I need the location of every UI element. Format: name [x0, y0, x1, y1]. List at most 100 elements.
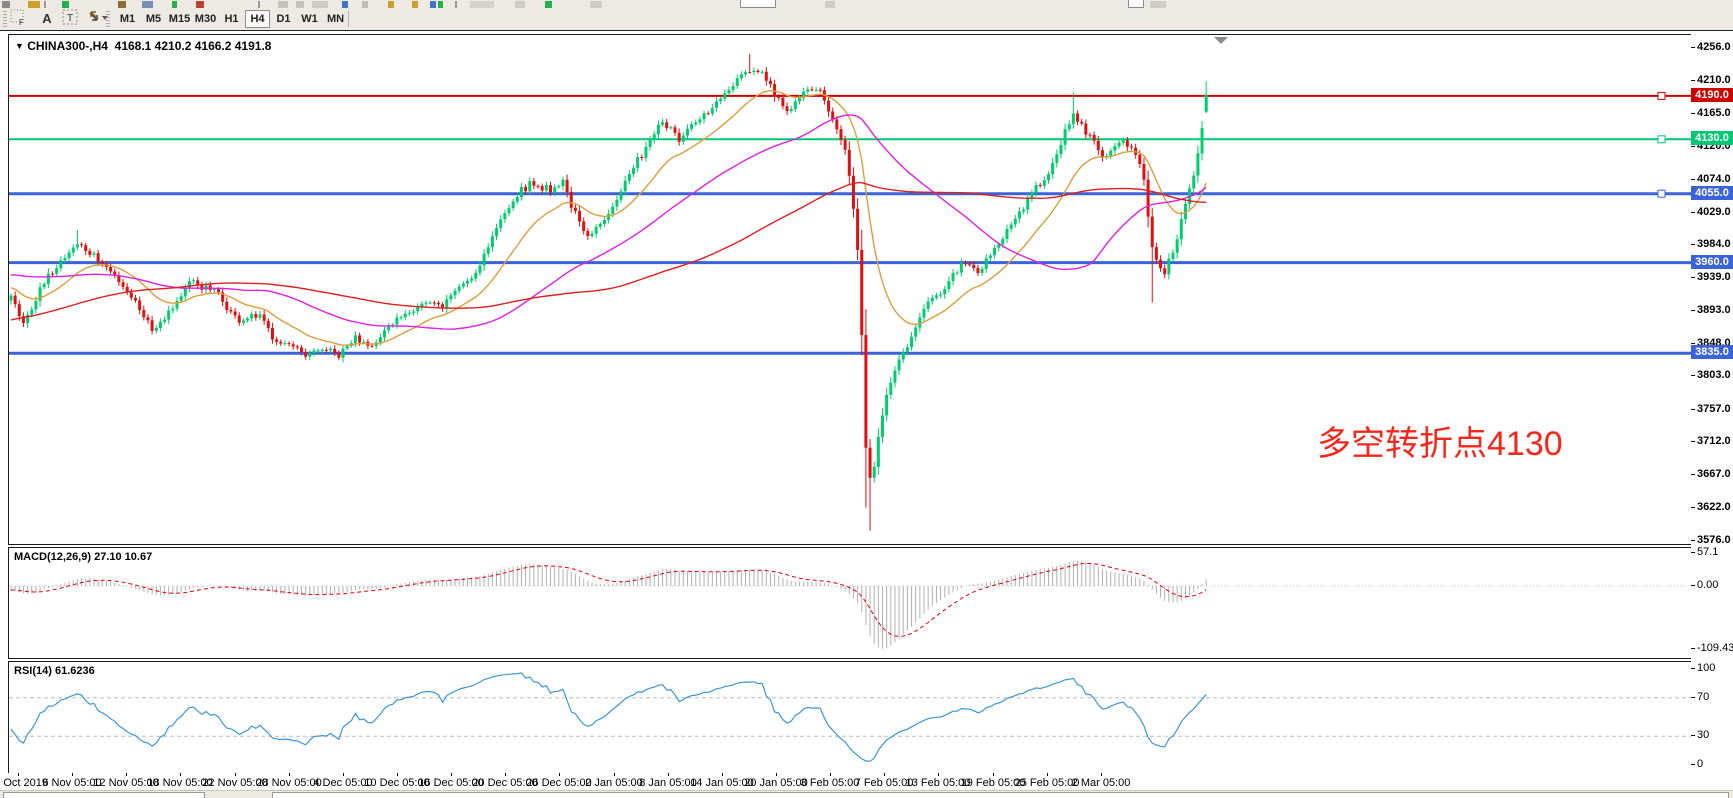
- bear-candle-bodies: [14, 71, 1167, 478]
- time-tick: [180, 773, 181, 776]
- clipped-toolbar-icon: [455, 1, 457, 8]
- time-label: 2 Mar 05:00: [1072, 777, 1131, 789]
- toolbar-drag-handle[interactable]: [3, 11, 7, 27]
- time-label: 28 Nov 05:00: [256, 777, 321, 789]
- time-tick: [1101, 773, 1102, 776]
- macd-histogram: [11, 561, 1206, 649]
- time-label: 31 Oct 2019: [0, 777, 48, 789]
- time-tick: [18, 773, 19, 776]
- clipped-toolbar-icon: [412, 1, 418, 8]
- toolbar: F A T M1M5M15M30H1H4D1W1MN: [0, 8, 1733, 31]
- price-tick: 3893.0: [1691, 304, 1731, 316]
- clipped-toolbar-icon: [590, 1, 602, 8]
- clipped-toolbar-icon: [545, 1, 552, 8]
- timeframe-button-m15[interactable]: M15: [167, 10, 192, 28]
- price-level-badge: 4190.0: [1691, 88, 1733, 102]
- time-tick: [343, 773, 344, 776]
- price-tick: 3576.0: [1691, 534, 1731, 546]
- rsi-label: RSI(14) 61.6236: [14, 665, 95, 677]
- rsi-panel[interactable]: RSI(14) 61.6236: [8, 661, 1692, 775]
- clipped-toolbar-icon: [44, 1, 46, 8]
- toolbar-separator-handle[interactable]: [106, 11, 110, 27]
- clipped-toolbar-icon: [278, 1, 288, 8]
- price-tick: 3622.0: [1691, 501, 1731, 513]
- time-label: 2 Jan 05:00: [585, 777, 643, 789]
- status-bar-strip: [0, 790, 1733, 798]
- macd-canvas[interactable]: [9, 548, 1691, 658]
- rsi-axis-tick: 70: [1691, 691, 1709, 703]
- macd-axis-tick: -109.43: [1691, 642, 1733, 654]
- macd-panel[interactable]: MACD(12,26,9) 27.10 10.67: [8, 547, 1692, 659]
- chart-text-annotation[interactable]: 多空转折点4130: [1317, 416, 1563, 465]
- timeframe-button-d1[interactable]: D1: [271, 10, 296, 28]
- timeframe-button-h1[interactable]: H1: [219, 10, 244, 28]
- rsi-canvas[interactable]: [9, 662, 1691, 774]
- time-label: 7 Feb 05:00: [855, 777, 914, 789]
- time-tick: [126, 773, 127, 776]
- time-axis[interactable]: 31 Oct 20196 Nov 05:0012 Nov 05:0018 Nov…: [0, 773, 1733, 791]
- text-label-icon[interactable]: A: [36, 9, 58, 28]
- text-box-icon[interactable]: T: [62, 9, 84, 28]
- time-tick: [668, 773, 669, 776]
- clipped-toolbar-icon: [118, 1, 126, 8]
- candlestick-chart-canvas[interactable]: [9, 35, 1691, 544]
- rsi-line: [11, 673, 1206, 761]
- price-tick: 4256.0: [1691, 41, 1731, 53]
- clipped-toolbar-icon: [470, 1, 494, 8]
- clipped-toolbar-icon: [142, 1, 153, 8]
- time-label: 3 Feb 05:00: [801, 777, 860, 789]
- clipped-toolbar-icon: [172, 1, 177, 8]
- clipped-toolbar-icon: [1128, 0, 1144, 8]
- timeframe-button-mn[interactable]: MN: [323, 10, 348, 28]
- price-tick: 3939.0: [1691, 271, 1731, 283]
- time-tick: [993, 773, 994, 776]
- macd-axis-tick: 0.00: [1691, 579, 1718, 591]
- macd-axis-tick: 57.1: [1691, 546, 1718, 558]
- price-level-badge: 4130.0: [1691, 131, 1733, 145]
- svg-text:T: T: [67, 13, 73, 24]
- timeframe-button-m30[interactable]: M30: [193, 10, 218, 28]
- chart-shift-marker[interactable]: [1214, 37, 1228, 44]
- status-box-left: [3, 792, 205, 798]
- svg-text:F: F: [19, 18, 24, 26]
- rsi-axis-tick: 30: [1691, 729, 1709, 741]
- clipped-toolbar-icon: [196, 1, 204, 8]
- clipped-toolbar-icon: [342, 1, 348, 8]
- level-line-handle[interactable]: [1658, 190, 1665, 197]
- level-line-handle[interactable]: [1658, 92, 1665, 99]
- chart-window: ▼ CHINA300-,H4 4168.1 4210.2 4166.2 4191…: [0, 30, 1733, 791]
- time-tick: [722, 773, 723, 776]
- time-tick: [1047, 773, 1048, 776]
- mt4-window: F A T M1M5M15M30H1H4D1W1MN ▼ CHINA300-,H…: [0, 0, 1733, 798]
- level-line-handle[interactable]: [1658, 136, 1665, 143]
- time-tick: [614, 773, 615, 776]
- clipped-toolbar-icon: [430, 1, 436, 8]
- time-tick: [776, 773, 777, 776]
- price-axis[interactable]: 4256.04210.04165.04120.04074.04029.03984…: [1691, 31, 1733, 773]
- timeframe-button-m5[interactable]: M5: [141, 10, 166, 28]
- chart-symbol: CHINA300-,H4: [27, 39, 108, 53]
- chevron-down-icon[interactable]: ▼: [15, 41, 24, 51]
- time-label: 20 Jan 05:00: [744, 777, 808, 789]
- price-tick: 4165.0: [1691, 107, 1731, 119]
- time-tick: [559, 773, 560, 776]
- price-tick: 4210.0: [1691, 74, 1731, 86]
- timeframe-button-m1[interactable]: M1: [115, 10, 140, 28]
- time-tick: [289, 773, 290, 776]
- macd-signal-line: [11, 563, 1206, 636]
- timeframe-button-h4[interactable]: H4: [245, 10, 270, 28]
- price-tick: 4029.0: [1691, 206, 1731, 218]
- clipped-toolbar-icon: [362, 1, 368, 8]
- price-tick: 3667.0: [1691, 468, 1731, 480]
- time-tick: [938, 773, 939, 776]
- clipped-toolbar-icon: [825, 1, 835, 8]
- main-chart-panel[interactable]: ▼ CHINA300-,H4 4168.1 4210.2 4166.2 4191…: [8, 34, 1692, 545]
- bull-candle-bodies: [10, 71, 1208, 478]
- timeframe-button-w1[interactable]: W1: [297, 10, 322, 28]
- chart-title: ▼ CHINA300-,H4 4168.1 4210.2 4166.2 4191…: [15, 39, 271, 53]
- crosshair-grid-icon[interactable]: F: [10, 9, 32, 28]
- clipped-toolbar-icon: [1150, 1, 1166, 8]
- time-tick: [235, 773, 236, 776]
- time-label: 26 Dec 05:00: [526, 777, 591, 789]
- time-tick: [397, 773, 398, 776]
